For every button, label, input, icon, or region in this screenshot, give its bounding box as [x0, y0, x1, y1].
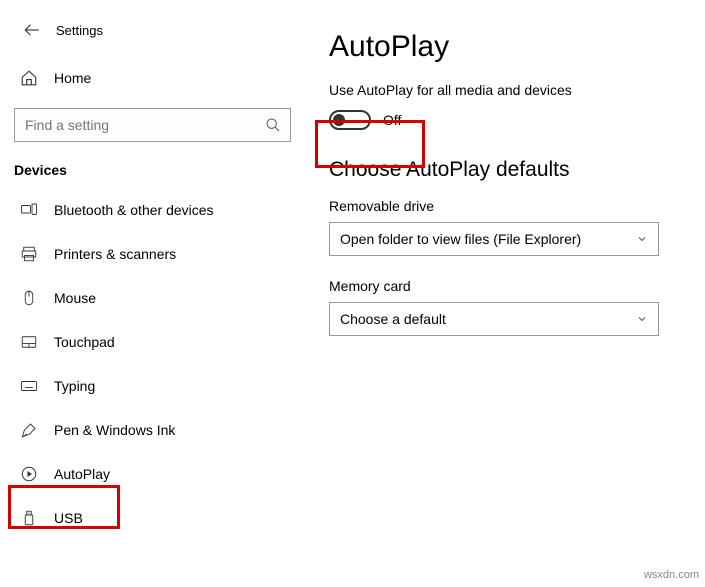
usb-icon: [18, 507, 40, 529]
sidebar-item-label: Mouse: [54, 290, 96, 306]
dropdown-value: Open folder to view files (File Explorer…: [340, 231, 581, 247]
pen-icon: [18, 419, 40, 441]
home-icon: [18, 67, 40, 89]
printer-icon: [18, 243, 40, 265]
toggle-row: Off: [329, 110, 681, 130]
sidebar-item-touchpad[interactable]: Touchpad: [0, 320, 305, 364]
sidebar-item-label: Printers & scanners: [54, 246, 176, 262]
removable-drive-dropdown[interactable]: Open folder to view files (File Explorer…: [329, 222, 659, 256]
sidebar-item-label: Bluetooth & other devices: [54, 202, 214, 218]
touchpad-icon: [18, 331, 40, 353]
home-nav[interactable]: Home: [0, 58, 305, 98]
toggle-state-label: Off: [383, 112, 401, 128]
devices-icon: [18, 199, 40, 221]
home-label: Home: [54, 70, 91, 86]
autoplay-toggle[interactable]: [329, 110, 371, 130]
keyboard-icon: [18, 375, 40, 397]
window-header: Settings: [0, 10, 305, 50]
back-button[interactable]: [18, 16, 46, 44]
sidebar-item-label: Touchpad: [54, 334, 115, 350]
search-input[interactable]: [14, 108, 291, 142]
main-content: AutoPlay Use AutoPlay for all media and …: [305, 0, 705, 587]
removable-drive-label: Removable drive: [329, 198, 681, 214]
defaults-title: Choose AutoPlay defaults: [329, 158, 681, 182]
sidebar-item-label: Pen & Windows Ink: [54, 422, 175, 438]
sidebar-item-autoplay[interactable]: AutoPlay: [0, 452, 305, 496]
sidebar-item-usb[interactable]: USB: [0, 496, 305, 540]
back-arrow-icon: [23, 21, 41, 39]
sidebar-item-pen[interactable]: Pen & Windows Ink: [0, 408, 305, 452]
sidebar-item-label: USB: [54, 510, 83, 526]
settings-title: Settings: [56, 23, 103, 38]
toggle-knob: [333, 114, 345, 126]
watermark: wsxdn.com: [644, 569, 699, 581]
section-header: Devices: [0, 142, 305, 188]
sidebar-item-printers[interactable]: Printers & scanners: [0, 232, 305, 276]
use-autoplay-label: Use AutoPlay for all media and devices: [329, 82, 681, 98]
sidebar-item-mouse[interactable]: Mouse: [0, 276, 305, 320]
dropdown-value: Choose a default: [340, 311, 446, 327]
search-wrap: [14, 108, 291, 142]
sidebar: Settings Home Devices: [0, 0, 305, 587]
sidebar-item-typing[interactable]: Typing: [0, 364, 305, 408]
sidebar-item-label: AutoPlay: [54, 466, 110, 482]
sidebar-item-label: Typing: [54, 378, 95, 394]
chevron-down-icon: [636, 233, 648, 245]
sidebar-item-bluetooth[interactable]: Bluetooth & other devices: [0, 188, 305, 232]
memory-card-label: Memory card: [329, 278, 681, 294]
chevron-down-icon: [636, 313, 648, 325]
page-title: AutoPlay: [329, 30, 681, 64]
memory-card-dropdown[interactable]: Choose a default: [329, 302, 659, 336]
mouse-icon: [18, 287, 40, 309]
autoplay-icon: [18, 463, 40, 485]
